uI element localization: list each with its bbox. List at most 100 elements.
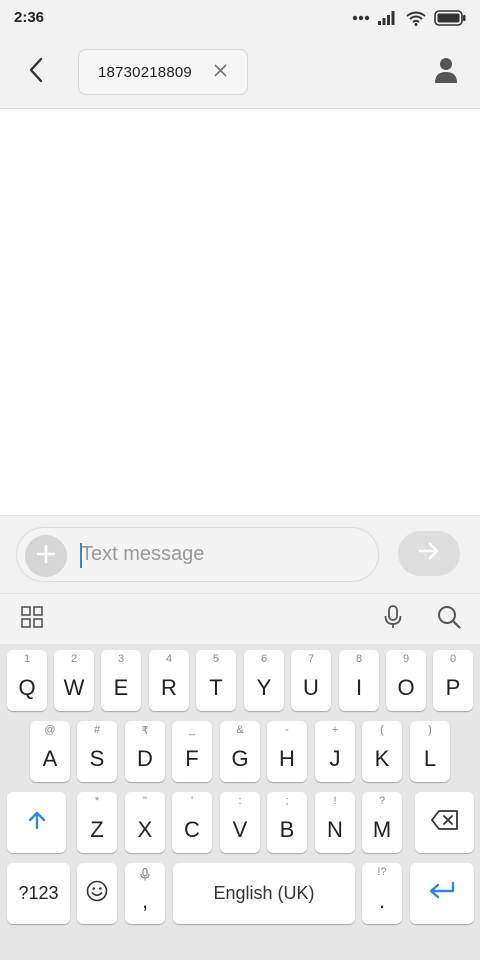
shift-key[interactable] — [7, 792, 66, 853]
back-button[interactable] — [18, 54, 54, 90]
key-k[interactable]: ( K — [362, 721, 402, 782]
recipient-chip[interactable]: 18730218809 — [78, 49, 248, 95]
key-label: U — [303, 674, 319, 700]
message-input[interactable] — [79, 528, 369, 581]
key-label: R — [161, 674, 177, 700]
key-d[interactable]: ₹ D — [125, 721, 165, 782]
key-hint: !? — [377, 866, 387, 878]
battery-icon — [434, 10, 466, 26]
key-label: A — [42, 745, 58, 771]
key-v[interactable]: : V — [220, 792, 260, 853]
key-label: T — [209, 674, 223, 700]
contact-button[interactable] — [428, 54, 464, 90]
symbols-key[interactable]: ?123 — [7, 863, 70, 924]
space-label: English (UK) — [213, 883, 315, 903]
key-j[interactable]: + J — [315, 721, 355, 782]
key-label: Z — [90, 816, 104, 842]
key-label: Q — [18, 674, 36, 700]
enter-arrow-icon — [428, 881, 456, 906]
key-w[interactable]: 2 W — [54, 650, 94, 711]
voice-input-button[interactable] — [380, 604, 406, 632]
text-cursor — [80, 543, 82, 568]
recipient-number: 18730218809 — [98, 63, 192, 81]
enter-key[interactable] — [410, 863, 474, 924]
keyboard-menu-button[interactable] — [19, 605, 45, 633]
emoji-key[interactable] — [77, 863, 117, 924]
grid-icon — [21, 605, 43, 633]
key-label: W — [63, 674, 85, 700]
key-hint: # — [93, 724, 101, 736]
key-hint: 0 — [449, 653, 457, 665]
key-label: D — [137, 745, 153, 771]
key-hint: _ — [188, 724, 196, 736]
key-u[interactable]: 7 U — [291, 650, 331, 711]
symbols-label: ?123 — [18, 883, 59, 903]
key-hint: 4 — [165, 653, 173, 665]
composer-bar — [0, 515, 480, 593]
key-hint: 2 — [70, 653, 78, 665]
key-t[interactable]: 5 T — [196, 650, 236, 711]
message-thread — [0, 110, 480, 515]
key-hint: 7 — [307, 653, 315, 665]
key-label: Y — [256, 674, 272, 700]
key-label: B — [279, 816, 295, 842]
key-l[interactable]: ) L — [410, 721, 450, 782]
shift-arrow-icon — [26, 809, 48, 836]
key-p[interactable]: 0 P — [433, 650, 473, 711]
status-time: 2:36 — [14, 9, 45, 26]
key-hint: " — [143, 795, 147, 807]
key-h[interactable]: - H — [267, 721, 307, 782]
person-icon — [435, 57, 457, 88]
key-label: K — [374, 745, 390, 771]
key-hint: ; — [285, 795, 289, 807]
key-f[interactable]: _ F — [172, 721, 212, 782]
more-dots-icon — [352, 15, 370, 21]
add-attachment-button[interactable] — [25, 535, 67, 577]
key-hint: @ — [44, 724, 56, 736]
key-label: V — [232, 816, 248, 842]
key-hint: : — [238, 795, 242, 807]
comma-key[interactable]: , — [125, 863, 165, 924]
key-hint: * — [94, 795, 100, 807]
close-icon — [213, 64, 227, 82]
backspace-icon — [430, 810, 459, 835]
key-b[interactable]: ; B — [267, 792, 307, 853]
keyboard-search-button[interactable] — [436, 605, 462, 632]
key-r[interactable]: 4 R — [149, 650, 189, 711]
key-label: O — [397, 674, 415, 700]
compose-field — [16, 527, 379, 582]
conversation-header: 18730218809 — [0, 36, 480, 109]
key-i[interactable]: 8 I — [339, 650, 379, 711]
key-e[interactable]: 3 E — [101, 650, 141, 711]
keyboard-toolbar — [0, 593, 480, 644]
send-button[interactable] — [398, 531, 460, 576]
period-key[interactable]: !? . — [362, 863, 402, 924]
key-hint: 8 — [355, 653, 363, 665]
key-x[interactable]: " X — [125, 792, 165, 853]
key-label: H — [279, 745, 295, 771]
key-hint: 3 — [117, 653, 125, 665]
space-key[interactable]: English (UK) — [173, 863, 355, 924]
smiley-icon — [86, 880, 108, 907]
remove-recipient-button[interactable] — [211, 64, 229, 82]
comma-label: , — [141, 887, 149, 913]
key-q[interactable]: 1 Q — [7, 650, 47, 711]
key-n[interactable]: ! N — [315, 792, 355, 853]
key-c[interactable]: ' C — [172, 792, 212, 853]
key-hint: + — [331, 724, 339, 736]
key-hint: ? — [378, 795, 386, 807]
signal-icon — [378, 11, 398, 25]
period-label: . — [378, 887, 386, 913]
key-z[interactable]: * Z — [77, 792, 117, 853]
key-s[interactable]: # S — [77, 721, 117, 782]
key-y[interactable]: 6 Y — [244, 650, 284, 711]
key-m[interactable]: ? M — [362, 792, 402, 853]
key-hint: 9 — [402, 653, 410, 665]
key-a[interactable]: @ A — [30, 721, 70, 782]
key-hint: 5 — [212, 653, 220, 665]
backspace-key[interactable] — [415, 792, 474, 853]
key-g[interactable]: & G — [220, 721, 260, 782]
key-label: N — [327, 816, 343, 842]
key-o[interactable]: 9 O — [386, 650, 426, 711]
key-label: G — [231, 745, 249, 771]
